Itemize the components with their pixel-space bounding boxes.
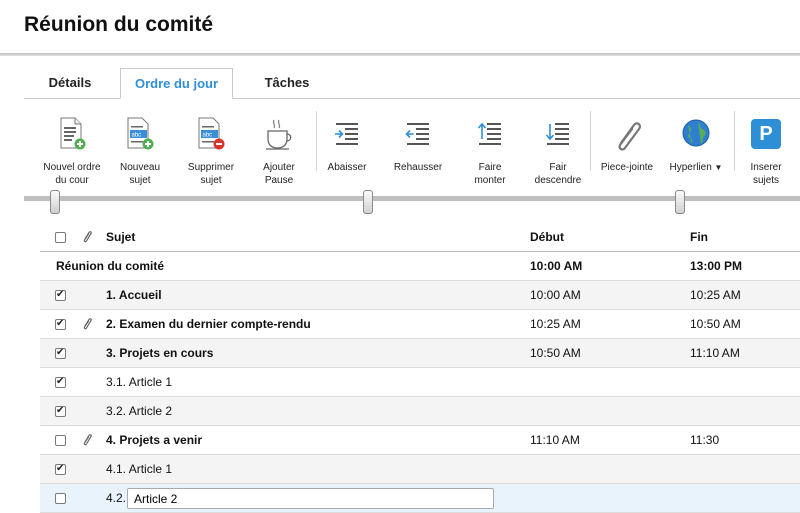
start-column-header[interactable]: Début [530,223,564,251]
delete-subject-icon: abc [198,117,225,150]
page-title: Réunion du comité [24,13,213,36]
new-subject-icon: abc [127,117,154,150]
row-subject: 4.1. Article 1 [106,462,173,476]
row-checkbox[interactable] [55,404,66,418]
tab-agenda[interactable]: Ordre du jour [120,68,233,99]
select-all-checkbox[interactable] [55,232,66,243]
tab-details[interactable]: Détails [24,68,116,98]
outdent-icon [405,123,429,145]
meeting-row[interactable]: Réunion du comité 10:00 AM 13:00 PM [40,252,800,281]
hyperlink-button[interactable]: Hyperlien ▼ [664,117,728,174]
svg-text:abc: abc [203,133,213,139]
edit-row-number: 4.2. [106,491,127,505]
new-subject-label: Nouveau sujet [119,162,161,186]
agenda-row[interactable]: 1. Accueil 10:00 AM 10:25 AM [40,281,800,310]
row-start-time: 11:10 AM [530,433,580,447]
edit-row[interactable]: 4.2. [40,484,800,513]
agenda-row[interactable]: 3.1. Article 1 [40,368,800,397]
subject-column-header[interactable]: Sujet [106,223,135,251]
row-checkbox[interactable] [55,493,66,504]
toolbar-separator [734,111,735,171]
agenda-row[interactable]: 4.1. Article 1 [40,455,800,484]
insert-subjects-label: Inserer sujets [750,162,782,186]
paperclip-icon[interactable] [83,433,92,446]
meeting-end: 13:00 PM [690,259,743,273]
grid-header: Sujet Début Fin [40,223,800,252]
meeting-subject: Réunion du comité [56,259,164,273]
paperclip-icon [618,122,642,151]
move-down-button[interactable]: Fair descendre [530,117,586,187]
paperclip-icon[interactable] [83,317,92,330]
lower-button[interactable]: Abaisser [324,117,370,174]
row-subject: 4. Projets a venir [106,433,203,447]
agenda-row[interactable]: 2. Examen du dernier compte-rendu 10:25 A… [40,310,800,339]
move-down-icon [545,123,569,145]
meeting-start: 10:00 AM [530,259,583,273]
move-up-icon [477,122,501,145]
insert-subjects-button[interactable]: P Inserer sujets [742,117,790,187]
row-subject: 3.2. Article 2 [106,404,173,418]
new-document-icon [60,117,86,150]
move-up-button[interactable]: Faire monter [467,117,513,187]
toolbar-separator [316,111,317,171]
new-agenda-label: Nouvel ordre du cour [43,162,101,186]
delete-subject-label: Supprimer sujet [187,162,235,186]
row-end-time: 10:25 AM [690,288,741,302]
row-subject: 3.1. Article 1 [106,375,173,389]
agenda-row[interactable]: 3. Projets en cours 10:50 AM 11:10 AM [40,339,800,368]
agenda-row[interactable]: 3.2. Article 2 [40,397,800,426]
coffee-cup-icon [266,119,292,150]
tab-tasks[interactable]: Tâches [246,68,328,98]
row-subject: 3. Projets en cours [106,346,214,360]
hyperlink-label: Hyperlien [669,162,712,173]
move-down-label: Fair descendre [534,162,582,186]
agenda-row[interactable]: 4. Projets a venir 11:10 AM 11:30 [40,426,800,455]
toolbar-separator [590,111,591,171]
column-resize-handle[interactable] [363,190,373,214]
attachment-label: Piece-jointe [600,162,654,173]
new-agenda-button[interactable]: Nouvel ordre du cour [38,117,106,187]
new-subject-button[interactable]: abc Nouveau sujet [114,117,166,187]
row-end-time: 10:50 AM [690,317,741,331]
add-pause-label: Ajouter Pause [263,162,295,186]
title-divider [0,53,800,56]
move-up-label: Faire monter [474,162,506,186]
row-checkbox[interactable] [55,462,66,476]
delete-subject-button[interactable]: abc Supprimer sujet [181,117,241,187]
column-resize-handle[interactable] [50,190,60,214]
raise-label: Rehausser [393,162,443,173]
globe-icon [682,119,710,147]
row-checkbox[interactable] [55,375,66,389]
row-start-time: 10:25 AM [530,317,581,331]
row-start-time: 10:00 AM [530,288,581,302]
subject-edit-field[interactable] [127,488,494,509]
row-checkbox[interactable] [55,317,66,331]
row-end-time: 11:30 [690,433,720,447]
insert-subjects-icon: P [751,119,781,149]
end-column-header[interactable]: Fin [690,223,708,251]
row-subject: 2. Examen du dernier compte-rendu [106,317,311,331]
attachment-button[interactable]: Piece-jointe [598,117,656,174]
row-end-time: 11:10 AM [690,346,740,360]
row-start-time: 10:50 AM [530,346,581,360]
tab-bar: Détails Ordre du jour Tâches [24,68,800,99]
raise-button[interactable]: Rehausser [389,117,447,174]
add-pause-button[interactable]: Ajouter Pause [255,117,303,187]
svg-text:abc: abc [132,133,142,139]
indent-icon [335,123,358,145]
row-checkbox[interactable] [55,346,66,360]
toolbar: Nouvel ordre du cour abc Nouveau sujet a… [24,99,800,196]
row-checkbox[interactable] [55,288,66,302]
row-checkbox[interactable] [55,435,66,446]
paperclip-icon [83,231,92,243]
lower-label: Abaisser [327,162,367,173]
column-resize-handle[interactable] [675,190,685,214]
chevron-down-icon: ▼ [714,163,723,172]
row-subject: 1. Accueil [106,288,162,302]
